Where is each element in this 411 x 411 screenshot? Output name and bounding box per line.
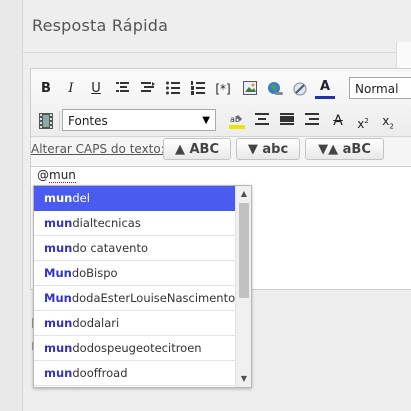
unlink-button[interactable] [290,78,310,100]
align-left-icon [116,82,129,92]
caps-label: Alterar CAPS do texto: [31,142,165,156]
highlight-button[interactable]: ab [227,110,247,132]
highlight-icon: ab [229,115,245,129]
typed-word: mun [49,168,76,183]
autocomplete-item-match: mun [44,316,73,330]
subscript-icon: x2 [382,114,394,131]
media-button[interactable] [36,110,56,132]
justify-icon [280,113,294,125]
title-divider [22,52,411,53]
align-right-button[interactable] [302,110,322,132]
align-justify-button[interactable] [138,78,158,100]
autocomplete-item[interactable]: MundoBispo [34,261,235,286]
scroll-down-arrow-icon[interactable]: ▼ [236,371,251,387]
underline-button[interactable]: U [86,78,106,100]
bullet-list-button[interactable] [163,78,183,100]
autocomplete-item-match: mun [44,241,73,255]
autocomplete-item-match: mun [44,191,73,205]
format-select-value: Normal [355,82,399,96]
togglecase-button[interactable]: ▼▲ aBC [305,138,384,160]
align-right-icon [305,113,319,125]
film-icon [39,113,53,129]
justify-button[interactable] [277,110,297,132]
lowercase-button[interactable]: ▼ abc [236,138,300,160]
autocomplete-item-rest: dodospeugeotecitroen [72,341,202,355]
autocomplete-item-rest: doBispo [71,266,118,280]
font-select-value: Fontes [68,114,108,128]
autocomplete-item-rest: del [72,191,90,205]
image-icon [243,81,257,95]
autocomplete-list: mundel mundialtecnicas mundo catavento Mund… [34,186,235,386]
bold-button[interactable]: B [36,78,56,100]
autocomplete-scrollbar[interactable]: ▲ ▼ [235,186,251,387]
unlink-icon [293,82,307,96]
align-center-button[interactable] [252,110,272,132]
globe-link-icon [268,82,283,95]
editor-toolbar: B I U [*] A Normal Fontes ▼ ab A x2 x2 [31,72,411,137]
toolbar-row-2: Fontes ▼ ab A x2 x2 [31,107,411,135]
autocomplete-item-match: mun [44,341,73,355]
strikethrough-button[interactable]: A [328,110,348,132]
insert-image-button[interactable] [240,78,260,100]
bullet-list-icon [166,81,180,95]
align-justify-icon [141,82,155,92]
left-margin [0,0,22,411]
numbered-list-button[interactable] [188,78,208,100]
autocomplete-item-rest: do catavento [72,241,148,255]
numbered-list-icon [191,81,205,95]
autocomplete-item[interactable]: mundooffroad [34,361,235,386]
font-select[interactable]: Fontes ▼ [62,109,216,131]
align-left-button[interactable] [113,78,133,100]
insert-tag-button[interactable]: [*] [213,78,233,100]
autocomplete-item-match: Mun [44,291,72,305]
autocomplete-item-match: mun [44,366,73,380]
autocomplete-item-rest: dialtecnicas [72,216,141,230]
autocomplete-item[interactable]: mundel [34,186,235,211]
autocomplete-item[interactable]: mundo catavento [34,236,235,261]
superscript-icon: x2 [357,117,369,131]
autocomplete-item-rest: dodalari [72,316,120,330]
format-select[interactable]: Normal [349,77,411,99]
subscript-button[interactable]: x2 [378,110,398,132]
scroll-up-arrow-icon[interactable]: ▲ [236,186,251,202]
mention-autocomplete: mundel mundialtecnicas mundo catavento Mund… [33,185,252,388]
chevron-down-icon: ▼ [202,115,210,126]
toolbar-row-1: B I U [*] A Normal [31,75,411,103]
autocomplete-item-match: mun [44,216,73,230]
insert-link-button[interactable] [265,78,285,100]
autocomplete-item-match: Mun [44,266,72,280]
autocomplete-item[interactable]: MundodaEsterLouiseNascimento [34,286,235,311]
align-center-icon [255,113,269,125]
caps-row: Alterar CAPS do texto: ▲ ABC ▼ abc ▼▲ aB… [31,138,411,164]
autocomplete-item[interactable]: mundialtecnicas [34,211,235,236]
autocomplete-item[interactable]: mundodalari [34,311,235,336]
typed-text: @mun [37,168,76,183]
autocomplete-item[interactable]: mundodospeugeotecitroen [34,336,235,361]
typed-prefix: @ [37,168,49,182]
strikethrough-icon: A [333,113,343,129]
superscript-button[interactable]: x2 [353,110,373,132]
text-color-button[interactable]: A [315,78,335,99]
panel-title: Resposta Rápida [32,16,169,35]
autocomplete-item-rest: dooffroad [72,366,128,380]
autocomplete-item-rest: dodaEsterLouiseNascimento [71,291,235,305]
uppercase-button[interactable]: ▲ ABC [163,138,231,160]
toolbar-separator [59,111,60,131]
italic-button[interactable]: I [61,78,81,100]
scroll-thumb[interactable] [239,203,249,298]
